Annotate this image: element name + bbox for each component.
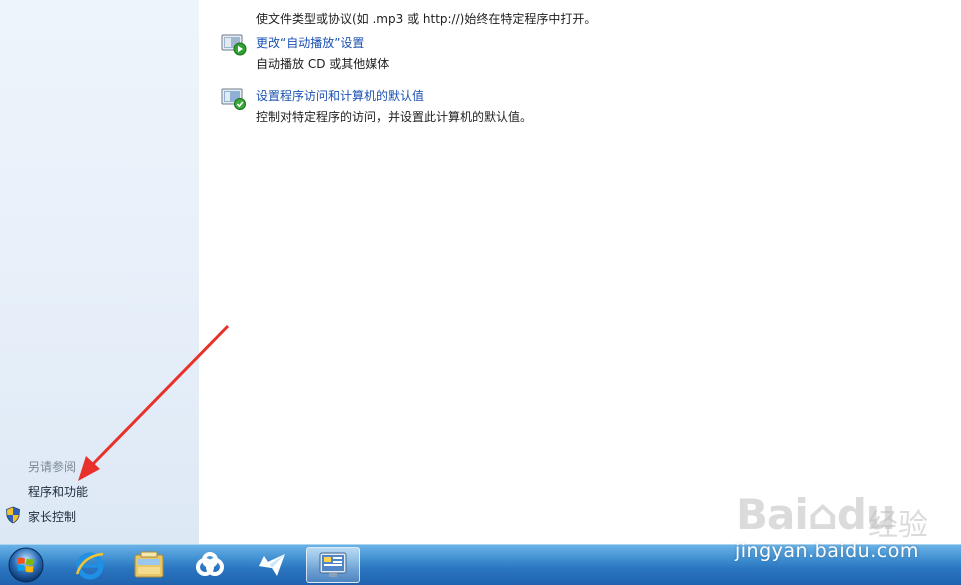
default-programs-icon: [221, 0, 247, 7]
program-access-defaults-link[interactable]: 设置程序访问和计算机的默认值: [256, 87, 424, 104]
control-panel-icon: [319, 552, 347, 577]
watermark-url: jingyan.baidu.com: [735, 540, 919, 562]
task-description: 自动播放 CD 或其他媒体: [256, 57, 390, 71]
baidu-watermark-jingyan: 经验: [868, 508, 928, 543]
taskbar-ie[interactable]: [63, 547, 117, 583]
taskbar-control-panel[interactable]: [306, 547, 360, 583]
left-navigation-pane: 另请参阅 程序和功能 家长控制: [0, 0, 199, 544]
task-description: 控制对特定程序的访问，并设置此计算机的默认值。: [256, 110, 533, 124]
program-access-icon: [221, 88, 246, 110]
start-orb-icon[interactable]: [6, 546, 46, 584]
taskbar-bird-app[interactable]: [245, 547, 299, 583]
taskbar-explorer[interactable]: [122, 547, 176, 583]
change-autoplay-link[interactable]: 更改“自动播放”设置: [256, 34, 364, 51]
bird-app-icon: [259, 554, 285, 576]
taskbar-baidu-cloud[interactable]: [183, 547, 237, 583]
programs-and-features-link[interactable]: 程序和功能: [28, 483, 88, 500]
uac-shield-icon: [6, 506, 20, 524]
task-description: 使文件类型或协议(如 .mp3 或 http://)始终在特定程序中打开。: [256, 12, 597, 26]
ie-icon: [75, 552, 104, 580]
see-also-heading: 另请参阅: [28, 460, 77, 474]
explorer-folder-icon: [134, 551, 164, 578]
baidu-cloud-icon: [196, 552, 224, 576]
parental-controls-link[interactable]: 家长控制: [28, 508, 76, 525]
main-content: 使文件类型或协议(如 .mp3 或 http://)始终在特定程序中打开。 更改…: [199, 0, 961, 544]
autoplay-icon: [221, 34, 247, 56]
